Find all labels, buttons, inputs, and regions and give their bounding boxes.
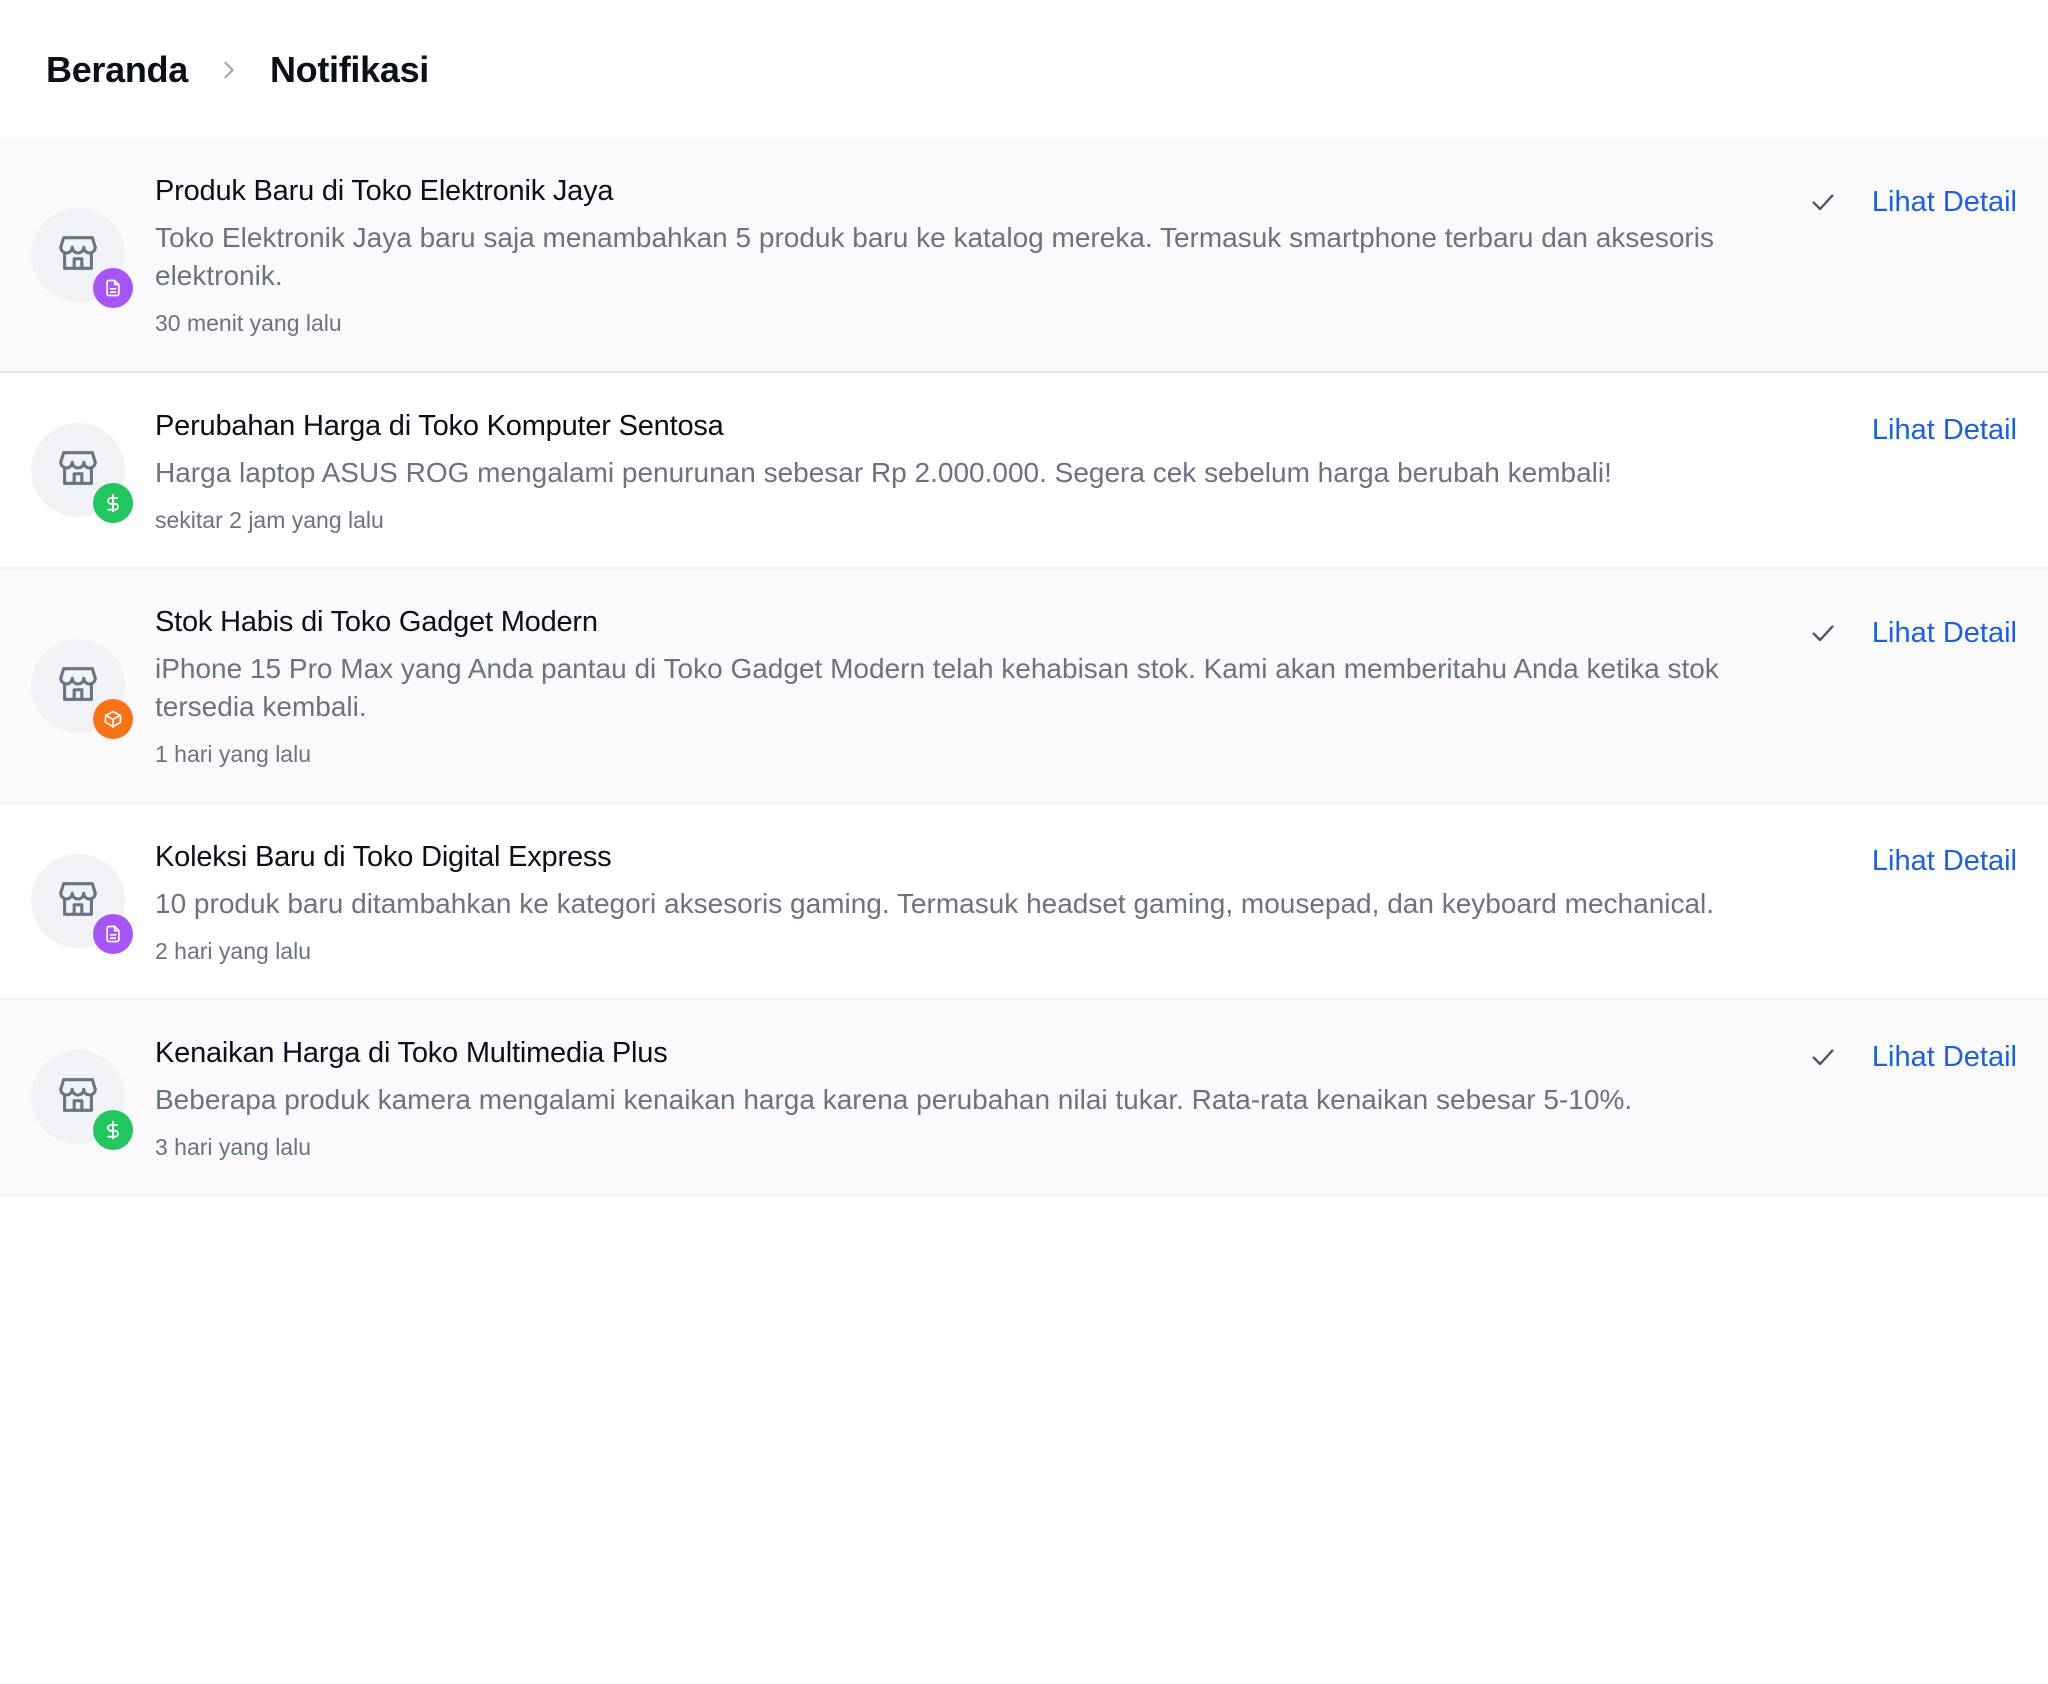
notification-message: 10 produk baru ditambahkan ke kategori a… bbox=[155, 888, 1715, 919]
notification-message: Harga laptop ASUS ROG mengalami penuruna… bbox=[155, 457, 1612, 488]
breadcrumb-home[interactable]: Beranda bbox=[46, 49, 188, 91]
notification-actions: Lihat Detail bbox=[1808, 1035, 2017, 1079]
breadcrumb-current: Notifikasi bbox=[269, 49, 429, 90]
notification-time: 3 hari yang lalu bbox=[155, 1134, 311, 1160]
notification-message: Toko Elektronik Jaya baru saja menambahk… bbox=[155, 222, 1714, 291]
notification-item[interactable]: Produk Baru di Toko Elektronik Jaya Toko… bbox=[0, 138, 2048, 373]
store-avatar bbox=[31, 1050, 133, 1150]
store-avatar bbox=[31, 423, 133, 523]
notification-actions: Lihat Detail bbox=[1872, 408, 2017, 452]
notification-actions: Lihat Detail bbox=[1808, 611, 2017, 655]
view-detail-link[interactable]: Lihat Detail bbox=[1872, 180, 2017, 224]
view-detail-link[interactable]: Lihat Detail bbox=[1872, 839, 2017, 883]
store-icon bbox=[55, 876, 101, 927]
notification-time: 30 menit yang lalu bbox=[155, 310, 342, 336]
notification-actions: Lihat Detail bbox=[1808, 180, 2017, 224]
notification-list: Produk Baru di Toko Elektronik Jaya Toko… bbox=[0, 138, 2048, 1196]
badge-package-icon bbox=[93, 699, 133, 739]
breadcrumb: Beranda Notifikasi bbox=[46, 44, 429, 96]
store-icon bbox=[55, 1072, 101, 1123]
mark-read-check-icon[interactable] bbox=[1808, 618, 1838, 648]
notification-time: 1 hari yang lalu bbox=[155, 741, 311, 767]
notification-title: Stok Habis di Toko Gadget Modern bbox=[155, 606, 598, 638]
view-detail-link[interactable]: Lihat Detail bbox=[1872, 408, 2017, 452]
notification-title: Produk Baru di Toko Elektronik Jaya bbox=[155, 175, 614, 207]
notification-message: iPhone 15 Pro Max yang Anda pantau di To… bbox=[155, 653, 1719, 722]
notification-actions: Lihat Detail bbox=[1872, 839, 2017, 883]
badge-document-icon bbox=[93, 268, 133, 308]
notification-title: Koleksi Baru di Toko Digital Express bbox=[155, 841, 612, 873]
notification-item[interactable]: Perubahan Harga di Toko Komputer Sentosa… bbox=[0, 373, 2048, 569]
mark-read-check-icon[interactable] bbox=[1808, 187, 1838, 217]
store-icon bbox=[55, 661, 101, 712]
store-avatar bbox=[31, 639, 133, 739]
badge-dollar-icon bbox=[93, 1110, 133, 1150]
notification-content: Perubahan Harga di Toko Komputer Sentosa… bbox=[155, 406, 1758, 536]
view-detail-link[interactable]: Lihat Detail bbox=[1872, 1035, 2017, 1079]
notification-title: Perubahan Harga di Toko Komputer Sentosa bbox=[155, 410, 724, 442]
store-icon bbox=[55, 445, 101, 496]
chevron-right-icon bbox=[216, 57, 242, 83]
mark-read-check-icon[interactable] bbox=[1808, 1042, 1838, 1072]
badge-dollar-icon bbox=[93, 483, 133, 523]
notification-content: Kenaikan Harga di Toko Multimedia Plus B… bbox=[155, 1033, 1758, 1163]
notification-content: Produk Baru di Toko Elektronik Jaya Toko… bbox=[155, 171, 1758, 339]
view-detail-link[interactable]: Lihat Detail bbox=[1872, 611, 2017, 655]
notification-content: Stok Habis di Toko Gadget Modern iPhone … bbox=[155, 602, 1758, 770]
notification-item[interactable]: Kenaikan Harga di Toko Multimedia Plus B… bbox=[0, 1000, 2048, 1196]
badge-document-icon bbox=[93, 914, 133, 954]
store-avatar bbox=[31, 854, 133, 954]
notification-title: Kenaikan Harga di Toko Multimedia Plus bbox=[155, 1037, 668, 1069]
store-avatar bbox=[31, 208, 133, 308]
notification-message: Beberapa produk kamera mengalami kenaika… bbox=[155, 1084, 1633, 1115]
notification-item[interactable]: Stok Habis di Toko Gadget Modern iPhone … bbox=[0, 569, 2048, 804]
notification-item[interactable]: Koleksi Baru di Toko Digital Express 10 … bbox=[0, 804, 2048, 1000]
notification-content: Koleksi Baru di Toko Digital Express 10 … bbox=[155, 837, 1758, 967]
store-icon bbox=[55, 230, 101, 281]
notification-time: sekitar 2 jam yang lalu bbox=[155, 507, 384, 533]
notification-time: 2 hari yang lalu bbox=[155, 938, 311, 964]
